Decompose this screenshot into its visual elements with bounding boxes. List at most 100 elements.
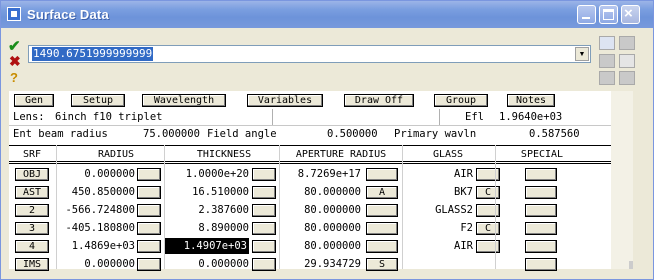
special-button[interactable] <box>525 204 557 217</box>
radius-solve-button[interactable] <box>137 186 161 199</box>
help-icon[interactable]: ? <box>10 70 18 85</box>
lens-name: 6inch f10 triplet <box>55 111 163 123</box>
thickness-cell[interactable]: 8.890000 <box>165 220 249 236</box>
aperture-cell[interactable]: 80.000000 <box>281 184 361 200</box>
radius-solve-button[interactable] <box>137 258 161 271</box>
aperture-flag-button[interactable] <box>366 240 398 253</box>
glass-flag-button[interactable] <box>476 240 500 253</box>
glass-cell[interactable]: F2 <box>405 220 473 236</box>
variables-button[interactable]: Variables <box>247 94 323 107</box>
thickness-cell[interactable]: 16.510000 <box>165 184 249 200</box>
notes-button[interactable]: Notes <box>507 94 555 107</box>
ebr-label: Ent beam radius <box>13 128 108 140</box>
radius-solve-button[interactable] <box>137 204 161 217</box>
thickness-solve-button[interactable] <box>252 204 276 217</box>
glass-cell[interactable]: AIR <box>405 238 473 254</box>
table-row: 3 -405.180800 8.890000 80.000000 F2 C <box>9 219 611 237</box>
column-header-radius: RADIUS <box>97 149 135 160</box>
aperture-flag-button[interactable]: S <box>366 258 398 271</box>
thickness-solve-button[interactable] <box>252 222 276 235</box>
group-button[interactable]: Group <box>434 94 488 107</box>
toolbar-icon-5[interactable] <box>599 71 615 85</box>
glass-flag-button[interactable]: C <box>476 186 500 199</box>
glass-cell[interactable] <box>405 256 473 272</box>
radius-solve-button[interactable] <box>137 222 161 235</box>
srf-button[interactable]: 3 <box>15 222 49 235</box>
radius-cell[interactable]: -405.180800 <box>57 220 135 236</box>
spreadsheet-area: Gen Setup Wavelength Variables Draw Off … <box>9 91 611 272</box>
button-row: Gen Setup Wavelength Variables Draw Off … <box>9 91 611 109</box>
radius-cell[interactable]: -566.724800 <box>57 202 135 218</box>
draw-off-button[interactable]: Draw Off <box>344 94 414 107</box>
glass-flag-button[interactable]: C <box>476 222 500 235</box>
scroll-area[interactable] <box>611 91 633 269</box>
wavelength-button[interactable]: Wavelength <box>142 94 226 107</box>
aperture-flag-button[interactable] <box>366 222 398 235</box>
thickness-cell[interactable]: 2.387600 <box>165 202 249 218</box>
side-toolbar <box>599 34 641 94</box>
radius-solve-button[interactable] <box>137 240 161 253</box>
setup-button[interactable]: Setup <box>71 94 125 107</box>
thickness-solve-button[interactable] <box>252 168 276 181</box>
gen-button[interactable]: Gen <box>14 94 54 107</box>
lens-label: Lens: <box>13 111 45 123</box>
cancel-icon[interactable]: ✖ <box>9 53 21 70</box>
glass-cell[interactable]: AIR <box>405 166 473 182</box>
srf-button[interactable]: 2 <box>15 204 49 217</box>
radius-cell[interactable]: 450.850000 <box>57 184 135 200</box>
special-button[interactable] <box>525 222 557 235</box>
aperture-cell[interactable]: 80.000000 <box>281 220 361 236</box>
special-button[interactable] <box>525 186 557 199</box>
srf-button[interactable]: IMS <box>15 258 49 271</box>
insert-row-icon[interactable] <box>599 36 615 50</box>
minimize-button[interactable] <box>577 5 596 24</box>
thickness-cell[interactable]: 1.4907e+03 <box>165 238 249 254</box>
radius-cell[interactable]: 0.000000 <box>57 256 135 272</box>
srf-button[interactable]: OBJ <box>15 168 49 181</box>
radius-cell[interactable]: 0.000000 <box>57 166 135 182</box>
surface-data-window: Surface Data × ✔ ✖ ? 1490.6751999999999 … <box>0 0 654 280</box>
aperture-flag-button[interactable] <box>366 168 398 181</box>
copy-icon[interactable] <box>619 54 635 68</box>
thickness-solve-button[interactable] <box>252 258 276 271</box>
aperture-flag-button[interactable] <box>366 204 398 217</box>
special-button[interactable] <box>525 168 557 181</box>
beam-line: Ent beam radius 75.000000 Field angle 0.… <box>9 126 611 142</box>
thickness-cell[interactable]: 0.000000 <box>165 256 249 272</box>
column-header-aperture-radius: APERTURE RADIUS <box>295 149 387 160</box>
command-input[interactable]: 1490.6751999999999 ▼ <box>28 45 591 63</box>
special-button[interactable] <box>525 240 557 253</box>
glass-flag-button[interactable] <box>476 168 500 181</box>
thickness-cell[interactable]: 1.0000e+20 <box>165 166 249 182</box>
radius-cell[interactable]: 1.4869e+03 <box>57 238 135 254</box>
title-bar[interactable]: Surface Data × <box>1 1 653 28</box>
aperture-cell[interactable]: 80.000000 <box>281 202 361 218</box>
glass-cell[interactable]: GLASS2 <box>405 202 473 218</box>
aperture-cell[interactable]: 8.7269e+17 <box>281 166 361 182</box>
srf-button[interactable]: AST <box>15 186 49 199</box>
table-row: 4 1.4869e+03 1.4907e+03 80.000000 AIR <box>9 237 611 255</box>
close-button[interactable]: × <box>621 5 640 24</box>
maximize-button[interactable] <box>599 5 618 24</box>
special-button[interactable] <box>525 258 557 271</box>
close-icon: × <box>624 5 633 22</box>
field-angle-value: 0.500000 <box>327 128 378 140</box>
resize-grip[interactable] <box>629 261 633 269</box>
srf-button[interactable]: 4 <box>15 240 49 253</box>
thickness-solve-button[interactable] <box>252 186 276 199</box>
aperture-cell[interactable]: 29.934729 <box>281 256 361 272</box>
glass-flag-button[interactable] <box>476 204 500 217</box>
glass-cell[interactable]: BK7 <box>405 184 473 200</box>
table-row: 2 -566.724800 2.387600 80.000000 GLASS2 <box>9 201 611 219</box>
aperture-cell[interactable]: 80.000000 <box>281 238 361 254</box>
toolbar-icon-3[interactable] <box>599 54 615 68</box>
aperture-flag-button[interactable]: A <box>366 186 398 199</box>
divider <box>9 163 611 164</box>
command-value: 1490.6751999999999 <box>32 47 154 61</box>
toolbar-icon-2[interactable] <box>619 36 635 50</box>
chevron-down-icon[interactable]: ▼ <box>575 47 589 61</box>
radius-solve-button[interactable] <box>137 168 161 181</box>
thickness-solve-button[interactable] <box>252 240 276 253</box>
toolbar-icon-6[interactable] <box>619 71 635 85</box>
lens-line: Lens: 6inch f10 triplet Efl 1.9640e+03 <box>9 109 611 125</box>
